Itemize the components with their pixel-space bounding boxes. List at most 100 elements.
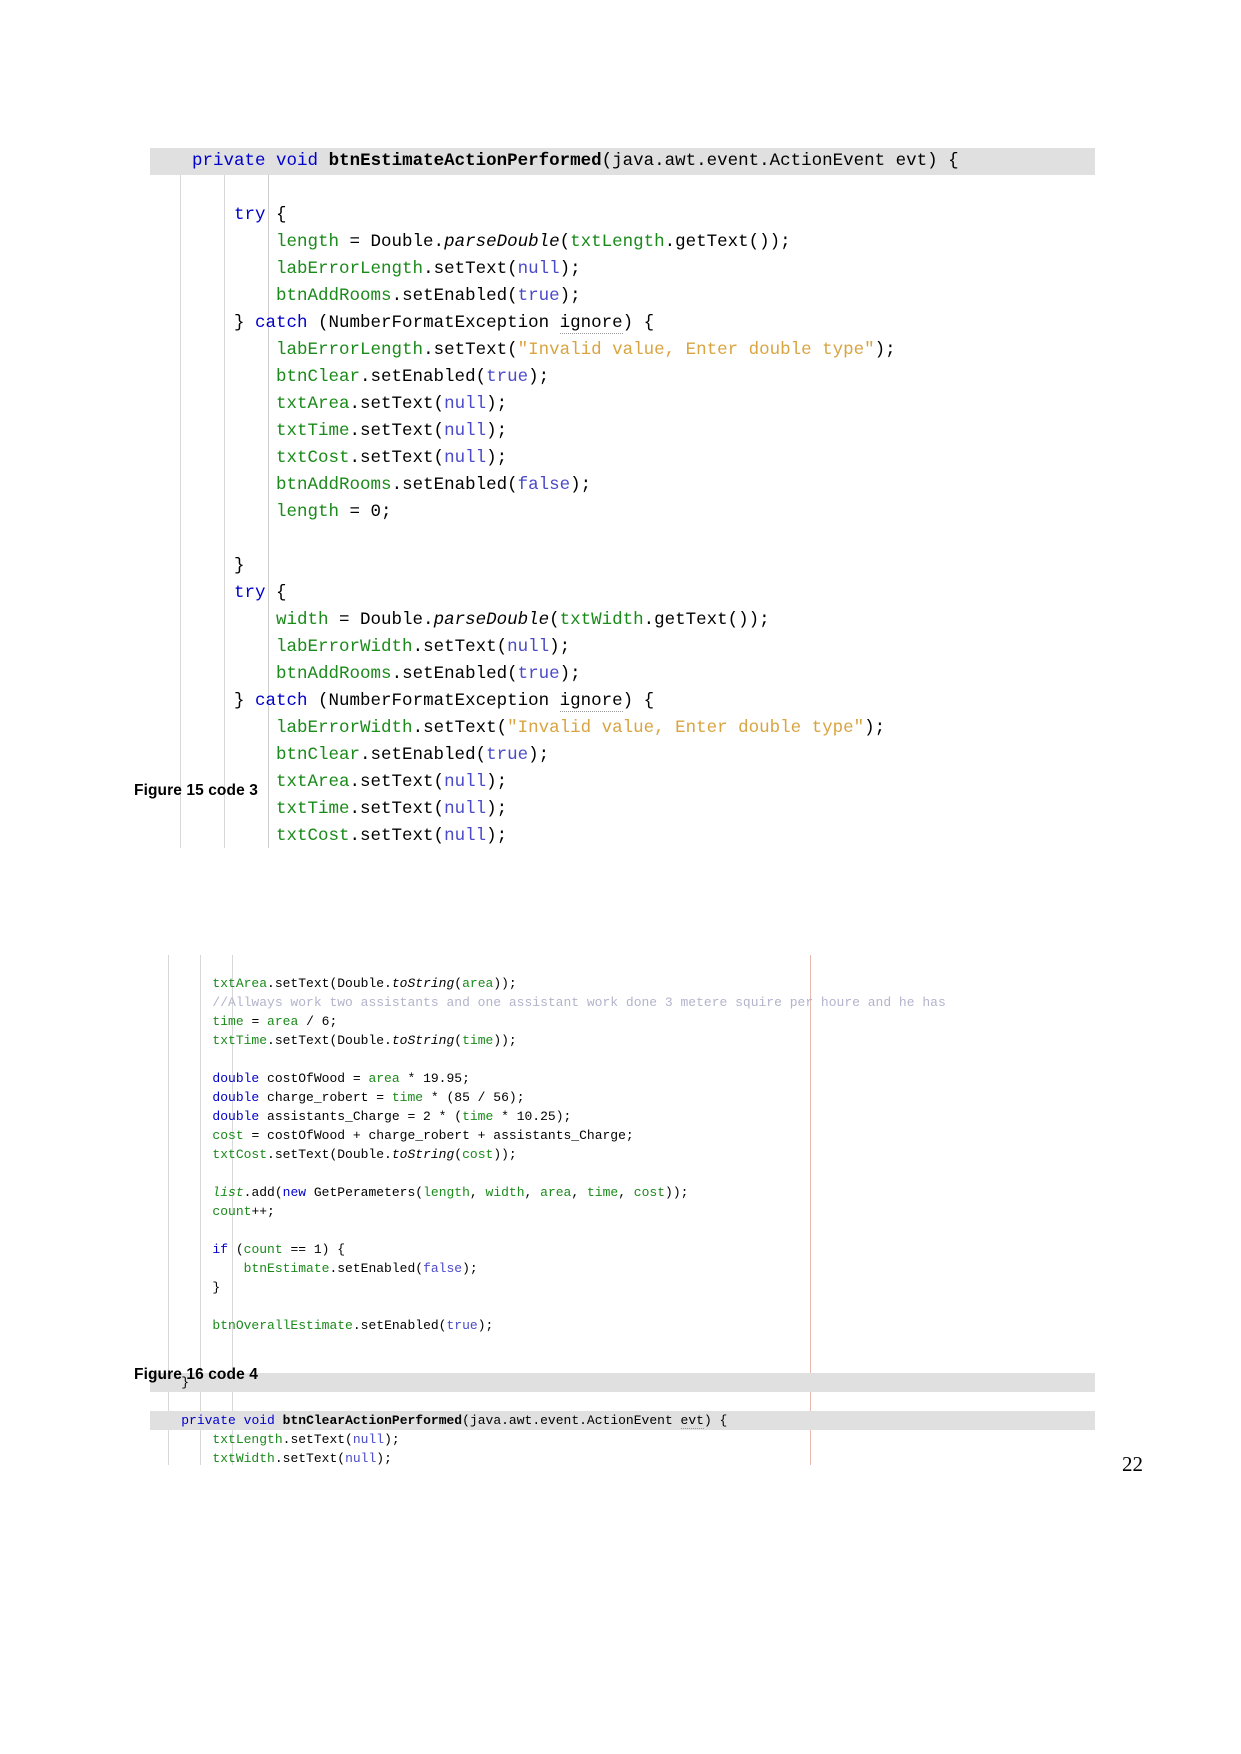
code-line: txtCost.setText(Double.toString(cost)); — [150, 1145, 1095, 1164]
code-token: ); — [462, 1261, 478, 1276]
code-line: txtLength.setText(null); — [150, 1430, 1095, 1449]
code-line: txtCost.setText(null); — [150, 823, 1095, 848]
code-line: double costOfWood = area * 19.95; — [150, 1069, 1095, 1088]
code-token: time — [462, 1033, 494, 1048]
code-token: .getText()); — [664, 232, 791, 252]
code-token: ); — [486, 394, 508, 414]
code-warning-token: ignore — [559, 313, 623, 334]
code-line-text: txtTime.setText(null); — [150, 421, 507, 441]
code-line-text: txtCost.setText(null); — [150, 826, 507, 846]
code-token: (NumberFormatException — [307, 691, 560, 711]
code-line: } — [150, 1278, 1095, 1297]
code-token: void — [276, 151, 319, 171]
code-token: } — [150, 556, 245, 576]
code-token: area — [462, 976, 494, 991]
code-token: double — [212, 1071, 260, 1086]
code-token: txtTime — [276, 799, 350, 819]
code-token: , — [571, 1185, 587, 1200]
document-page: private void btnEstimateActionPerformed (… — [0, 0, 1241, 1754]
code-line: btnClear.setEnabled(true); — [150, 364, 1095, 391]
code-token: = Double. — [328, 610, 434, 630]
code-line — [150, 1164, 1095, 1183]
code-line: double charge_robert = time * (85 / 56); — [150, 1088, 1095, 1107]
code-token: , — [524, 1185, 541, 1200]
code-line: private void btnEstimateActionPerformed(… — [150, 148, 1095, 175]
code-token: ); — [570, 475, 592, 495]
code-token: private — [192, 151, 266, 171]
code-line: double assistants_Charge = 2 * (time * 1… — [150, 1107, 1095, 1126]
code-token: new — [282, 1185, 307, 1200]
code-line: txtArea.setText(null); — [150, 769, 1095, 796]
code-line-text: txtArea.setText(null); — [150, 772, 507, 792]
code-token: charge_robert = — [259, 1090, 392, 1105]
code-token: .setText( — [349, 421, 445, 441]
code-line-text: double costOfWood = area * 19.95; — [150, 1071, 470, 1086]
code-token: //Allways work two assistants and one as… — [212, 995, 946, 1010]
code-line: btnAddRooms.setEnabled(true); — [150, 283, 1095, 310]
code-token: { — [265, 205, 287, 225]
code-token: true — [446, 1318, 478, 1333]
code-line: - } — [150, 1373, 1095, 1392]
code-token: ); — [477, 1318, 494, 1333]
code-line-text: //Allways work two assistants and one as… — [150, 995, 946, 1010]
code-token: * 19.95; — [399, 1071, 470, 1086]
code-token: ); — [384, 1432, 400, 1447]
code-token: toString — [391, 1147, 455, 1162]
code-token: parseDouble — [433, 610, 550, 630]
code-token: txtCost — [276, 826, 350, 846]
code-token: ); — [486, 772, 508, 792]
code-token: .setText( — [282, 1432, 353, 1447]
code-line-text: txtLength.setText(null); — [150, 1432, 400, 1447]
code-editor-surface: private void btnEstimateActionPerformed (… — [150, 148, 1095, 848]
code-line — [150, 175, 1095, 202]
code-token: double — [212, 1090, 260, 1105]
code-token: txtArea — [276, 394, 350, 414]
code-token: btnAddRooms — [276, 475, 392, 495]
code-line: try { — [150, 202, 1095, 229]
code-token: .getText()); — [643, 610, 770, 630]
code-token: toString — [391, 976, 455, 991]
code-line: btnClear.setEnabled(true); — [150, 742, 1095, 769]
code-token: "Invalid value, Enter double type" — [507, 718, 865, 738]
code-token: .setText(Double. — [267, 1147, 392, 1162]
code-line — [150, 1392, 1095, 1411]
code-token: = 0; — [339, 502, 392, 522]
code-token: labErrorWidth — [276, 637, 413, 657]
code-line: try { — [150, 580, 1095, 607]
code-line — [150, 1335, 1095, 1354]
code-token: GetPerameters( — [306, 1185, 424, 1200]
code-line-text: txtArea.setText(Double.toString(area)); — [150, 976, 516, 991]
code-token: .setEnabled( — [360, 745, 487, 765]
code-token: btnEstimateActionPerformed — [328, 151, 602, 171]
code-token: .setEnabled( — [391, 475, 518, 495]
code-token: width — [485, 1185, 525, 1200]
code-token: )); — [493, 1147, 517, 1162]
code-token: btnAddRooms — [276, 286, 392, 306]
code-token: .setText( — [349, 448, 445, 468]
code-token: ( — [228, 1242, 244, 1257]
code-token: false — [517, 475, 571, 495]
code-line-text: count++; — [150, 1204, 274, 1219]
code-token: catch — [255, 313, 308, 333]
code-token: private — [181, 1413, 236, 1428]
